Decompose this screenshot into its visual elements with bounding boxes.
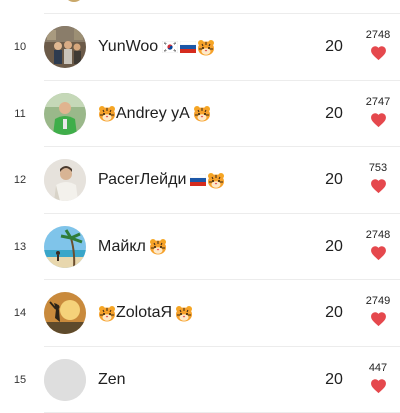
user-name[interactable]: Майкл xyxy=(98,214,167,281)
heart-icon[interactable] xyxy=(370,45,387,61)
user-avatar[interactable] xyxy=(44,93,86,135)
user-name-text: ZolotaЯ xyxy=(116,304,172,322)
rank-number: 14 xyxy=(8,280,32,347)
leaderboard-row[interactable]: 10 YunWoo 20 2748 xyxy=(0,14,400,81)
user-avatar[interactable] xyxy=(44,159,86,201)
score-value: 20 xyxy=(318,280,350,347)
user-name-text: Майкл xyxy=(98,238,146,256)
user-name-text: YunWoo xyxy=(98,38,158,56)
like-count: 447 xyxy=(369,362,387,375)
like-counter[interactable]: 2748 xyxy=(358,29,398,61)
like-count: 2748 xyxy=(366,229,390,242)
user-name-text: РасегЛейди xyxy=(98,171,186,189)
like-count: 753 xyxy=(369,162,387,175)
russia-flag-icon xyxy=(190,174,206,186)
user-name[interactable]: ZolotaЯ xyxy=(98,280,193,347)
like-counter[interactable]: 753 xyxy=(358,162,398,194)
tiger-emoji-icon xyxy=(149,238,167,255)
leaderboard-row[interactable]: 11 Andrey yA 20 2747 xyxy=(0,81,400,148)
like-counter[interactable]: 2747 xyxy=(358,96,398,128)
tiger-emoji-icon xyxy=(175,305,193,322)
score-value: 20 xyxy=(318,14,350,81)
like-counter[interactable]: 2749 xyxy=(358,295,398,327)
south-korea-flag-icon xyxy=(162,41,178,53)
rank-number: 10 xyxy=(8,14,32,81)
score-value: 20 xyxy=(318,147,350,214)
previous-avatar-fragment xyxy=(64,0,84,2)
tiger-emoji-icon xyxy=(98,105,116,122)
user-avatar[interactable] xyxy=(44,26,86,68)
russia-flag-icon xyxy=(180,41,196,53)
like-counter[interactable]: 2748 xyxy=(358,229,398,261)
score-value: 20 xyxy=(318,214,350,281)
user-name-text: Zen xyxy=(98,371,126,389)
tiger-emoji-icon xyxy=(207,172,225,189)
score-value: 20 xyxy=(318,347,350,413)
heart-icon[interactable] xyxy=(370,245,387,261)
rank-number: 13 xyxy=(8,214,32,281)
leaderboard-row[interactable]: 12 РасегЛейди 20 753 xyxy=(0,147,400,214)
user-name[interactable]: РасегЛейди xyxy=(98,147,225,214)
leaderboard-list: 10 YunWoo 20 2748 11 Andrey yA 20 2747 12 РасегЛе… xyxy=(0,14,400,413)
leaderboard-row[interactable]: 15 Zen 20 447 xyxy=(0,347,400,413)
user-name[interactable]: Andrey yA xyxy=(98,81,211,148)
user-name[interactable]: YunWoo xyxy=(98,14,215,81)
heart-icon[interactable] xyxy=(370,112,387,128)
user-avatar[interactable] xyxy=(44,359,86,401)
like-count: 2747 xyxy=(366,96,390,109)
score-value: 20 xyxy=(318,81,350,148)
heart-icon[interactable] xyxy=(370,311,387,327)
rank-number: 11 xyxy=(8,81,32,148)
heart-icon[interactable] xyxy=(370,178,387,194)
rank-number: 15 xyxy=(8,347,32,413)
tiger-emoji-icon xyxy=(197,39,215,56)
like-count: 2749 xyxy=(366,295,390,308)
previous-row-fragment xyxy=(0,0,400,14)
like-counter[interactable]: 447 xyxy=(358,362,398,394)
leaderboard-row[interactable]: 13 Майкл 20 2748 xyxy=(0,214,400,281)
heart-icon[interactable] xyxy=(370,378,387,394)
rank-number: 12 xyxy=(8,147,32,214)
leaderboard-row[interactable]: 14 ZolotaЯ 20 2749 xyxy=(0,280,400,347)
user-avatar[interactable] xyxy=(44,226,86,268)
user-name-text: Andrey yA xyxy=(116,105,190,123)
tiger-emoji-icon xyxy=(193,105,211,122)
like-count: 2748 xyxy=(366,29,390,42)
user-avatar[interactable] xyxy=(44,292,86,334)
user-name[interactable]: Zen xyxy=(98,347,126,413)
tiger-emoji-icon xyxy=(98,305,116,322)
